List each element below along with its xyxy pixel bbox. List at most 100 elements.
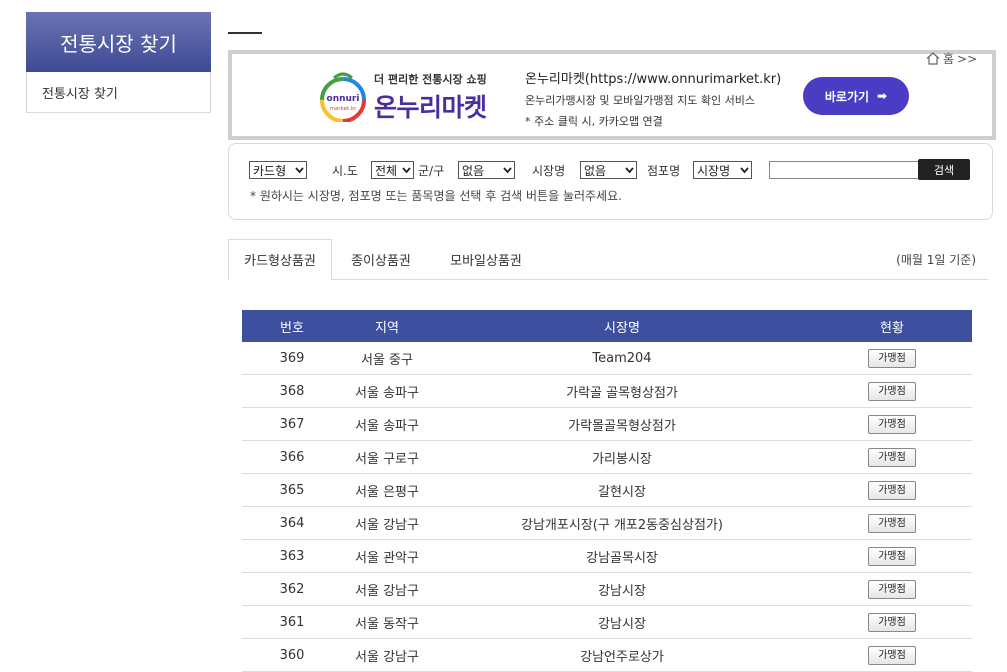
store-list-button[interactable]: 가맹점 — [868, 414, 916, 434]
card-type-select[interactable]: 카드형 — [249, 161, 307, 179]
table-row: 363 서울 관악구 강남골목시장 가맹점 — [242, 539, 972, 573]
row-number: 366 — [242, 440, 342, 474]
row-market-name[interactable]: 강남시장 — [432, 605, 812, 639]
table-row: 367 서울 송파구 가락몰골목형상점가 가맹점 — [242, 407, 972, 441]
row-status: 가맹점 — [812, 473, 972, 507]
header-number: 번호 — [242, 310, 342, 342]
store-list-button[interactable]: 가맹점 — [868, 645, 916, 665]
row-region: 서울 강남구 — [342, 638, 432, 672]
sido-label: 시.도 — [332, 164, 358, 178]
store-list-button[interactable]: 가맹점 — [868, 480, 916, 500]
row-status: 가맹점 — [812, 539, 972, 573]
tab-card-voucher[interactable]: 카드형상품권 — [228, 239, 332, 280]
search-field-value: 시장명 — [697, 163, 731, 178]
store-list-button[interactable]: 가맹점 — [868, 546, 916, 566]
row-number: 367 — [242, 407, 342, 441]
row-status: 가맹점 — [812, 572, 972, 606]
voucher-tabs: 카드형상품권 종이상품권 모바일상품권 (매월 1일 기준) — [228, 239, 988, 280]
store-list-button[interactable]: 가맹점 — [868, 612, 916, 632]
row-region: 서울 구로구 — [342, 440, 432, 474]
table-header-row: 번호 지역 시장명 현황 — [242, 310, 972, 342]
logo-badge-top: onnuri — [327, 94, 360, 104]
row-status: 가맹점 — [812, 605, 972, 639]
chevron-down-icon — [625, 167, 634, 174]
gugun-label: 군/구 — [418, 164, 445, 178]
row-region: 서울 중구 — [342, 342, 432, 375]
onnuri-market-banner[interactable]: onnuri market.kr 더 편리한 전통시장 쇼핑 온누리마켓 온누리… — [228, 50, 996, 140]
market-value: 없음 — [584, 163, 607, 178]
row-number: 363 — [242, 539, 342, 573]
sidebar-heading: 전통시장 찾기 — [26, 12, 211, 72]
search-field-select[interactable]: 시장명 — [693, 161, 752, 179]
row-market-name[interactable]: 강남언주로상가 — [432, 638, 812, 672]
row-market-name[interactable]: 갈현시장 — [432, 473, 812, 507]
gugun-value: 없음 — [462, 163, 485, 178]
banner-subtitle: 온누리가맹시장 및 모바일가맹점 지도 확인 서비스 — [525, 94, 756, 107]
row-status: 가맹점 — [812, 407, 972, 441]
tab-paper-voucher[interactable]: 종이상품권 — [336, 239, 426, 279]
arrow-right-icon: ➡ — [877, 89, 888, 103]
row-number: 364 — [242, 506, 342, 540]
header-market-name: 시장명 — [432, 310, 812, 342]
row-number: 360 — [242, 638, 342, 672]
tab-mobile-voucher[interactable]: 모바일상품권 — [436, 239, 536, 279]
card-type-value: 카드형 — [253, 163, 287, 178]
market-select[interactable]: 없음 — [580, 161, 637, 179]
row-market-name[interactable]: 강남골목시장 — [432, 539, 812, 573]
go-button-label: 바로가기 — [824, 89, 870, 104]
logo-badge-bottom: market.kr — [330, 106, 357, 112]
row-region: 서울 강남구 — [342, 572, 432, 606]
row-number: 368 — [242, 374, 342, 408]
row-region: 서울 송파구 — [342, 407, 432, 441]
banner-note: * 주소 클릭 시, 카카오맵 연결 — [525, 115, 663, 128]
table-row: 369 서울 중구 Team204 가맹점 — [242, 342, 972, 375]
row-market-name[interactable]: Team204 — [432, 342, 812, 375]
sido-value: 전체 — [375, 163, 398, 178]
store-list-button[interactable]: 가맹점 — [868, 579, 916, 599]
row-market-name[interactable]: 가락골 골목형상점가 — [432, 374, 812, 408]
store-label: 점포명 — [647, 164, 681, 178]
table-row: 360 서울 강남구 강남언주로상가 가맹점 — [242, 638, 972, 672]
chevron-down-icon — [402, 167, 411, 174]
market-label: 시장명 — [532, 164, 566, 178]
sidebar-item-market-search[interactable]: 전통시장 찾기 — [26, 72, 211, 113]
sidebar: 전통시장 찾기 전통시장 찾기 — [26, 12, 211, 113]
store-list-button[interactable]: 가맹점 — [868, 513, 916, 533]
row-status: 가맹점 — [812, 374, 972, 408]
row-market-name[interactable]: 강남시장 — [432, 572, 812, 606]
table-row: 361 서울 동작구 강남시장 가맹점 — [242, 605, 972, 639]
table-row: 364 서울 강남구 강남개포시장(구 개포2동중심상점가) 가맹점 — [242, 506, 972, 540]
banner-text: 온누리마켓(https://www.onnurimarket.kr) 온누리가맹… — [525, 68, 781, 129]
row-region: 서울 송파구 — [342, 374, 432, 408]
logo-name: 온누리마켓 — [374, 93, 487, 122]
banner-title: 온누리마켓(https://www.onnurimarket.kr) — [525, 72, 782, 87]
search-input[interactable] — [769, 161, 919, 179]
sido-select[interactable]: 전체 — [371, 161, 414, 179]
page-title-underline — [228, 32, 262, 34]
row-number: 369 — [242, 342, 342, 375]
header-region: 지역 — [342, 310, 432, 342]
store-list-button[interactable]: 가맹점 — [868, 348, 916, 368]
search-panel: 카드형 시.도 전체 군/구 없음 시장명 없음 점포명 시장명 검색 * 원하… — [228, 143, 993, 220]
search-button[interactable]: 검색 — [918, 159, 970, 180]
row-region: 서울 동작구 — [342, 605, 432, 639]
row-market-name[interactable]: 가리봉시장 — [432, 440, 812, 474]
home-icon[interactable] — [926, 52, 940, 65]
store-list-button[interactable]: 가맹점 — [868, 381, 916, 401]
breadcrumb-home[interactable]: 홈 — [943, 50, 954, 67]
go-shortcut-button[interactable]: 바로가기 ➡ — [803, 77, 909, 115]
store-list-button[interactable]: 가맹점 — [868, 447, 916, 467]
row-number: 362 — [242, 572, 342, 606]
row-status: 가맹점 — [812, 342, 972, 375]
row-region: 서울 은평구 — [342, 473, 432, 507]
row-market-name[interactable]: 강남개포시장(구 개포2동중심상점가) — [432, 506, 812, 540]
breadcrumb-separator: >> — [957, 51, 978, 66]
gugun-select[interactable]: 없음 — [458, 161, 515, 179]
row-market-name[interactable]: 가락몰골목형상점가 — [432, 407, 812, 441]
row-region: 서울 강남구 — [342, 506, 432, 540]
table-row: 368 서울 송파구 가락골 골목형상점가 가맹점 — [242, 374, 972, 408]
onnuri-logo-icon: onnuri market.kr — [320, 72, 366, 122]
row-status: 가맹점 — [812, 638, 972, 672]
row-status: 가맹점 — [812, 440, 972, 474]
table-row: 365 서울 은평구 갈현시장 가맹점 — [242, 473, 972, 507]
